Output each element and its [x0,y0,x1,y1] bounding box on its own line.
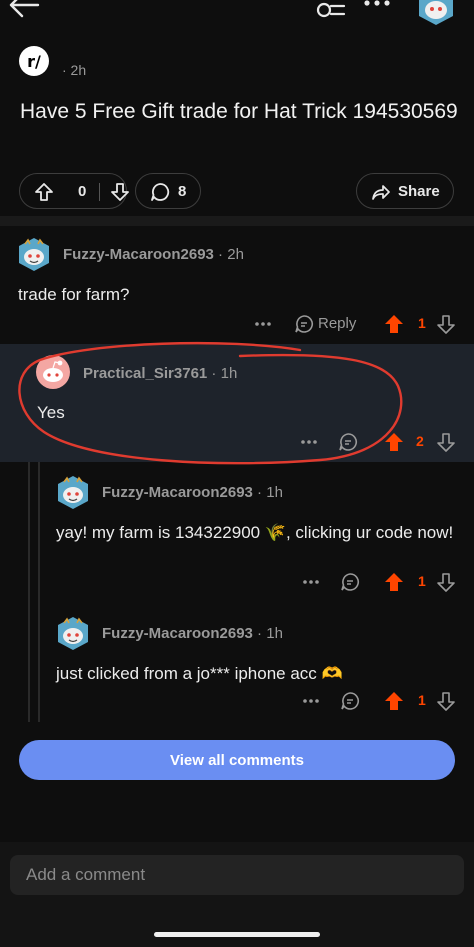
back-arrow-icon[interactable] [8,0,42,18]
comment-body: just clicked from a jo*** iphone acc 🫶 [56,664,343,683]
avatar[interactable] [16,236,52,272]
comment-body: yay! my farm is 134322900 🌾, clicking ur… [56,523,454,542]
reply-icon[interactable] [338,430,358,454]
comment-time: · 2h [213,246,244,263]
comment-vote-count: 2 [416,433,424,449]
add-comment-input[interactable] [10,855,464,895]
comment-actions: 1 [302,570,464,594]
author-name[interactable]: Practical_Sir3761 [83,365,207,382]
view-all-comments-button[interactable]: View all comments [19,740,455,780]
share-button[interactable]: Share [356,173,454,209]
reply-button[interactable]: Reply [318,315,356,332]
user-avatar-icon[interactable] [416,0,456,26]
post-age: · 2h [62,62,87,78]
comment-1: Fuzzy-Macaroon2693 · 2h trade for farm? … [0,228,474,344]
avatar[interactable] [55,615,91,651]
upvote-icon[interactable] [384,570,404,594]
comment-vote-count: 1 [418,692,426,708]
comment-body: Yes [37,403,65,422]
reply-icon[interactable] [340,570,360,594]
post-title: Have 5 Free Gift trade for Hat Trick 194… [20,100,458,123]
comment-body: trade for farm? [18,285,130,304]
more-icon[interactable] [302,570,320,594]
reply-icon[interactable] [340,689,360,713]
comment-author[interactable]: Fuzzy-Macaroon2693 · 2h [63,246,244,263]
upvote-icon[interactable] [384,430,404,454]
author-name[interactable]: Fuzzy-Macaroon2693 [102,625,253,642]
comment-actions: 1 [302,689,464,713]
downvote-icon[interactable] [436,430,456,454]
comment-count: 8 [178,183,187,200]
comment-3: Fuzzy-Macaroon2693 · 1h yay! my farm is … [0,468,474,600]
top-bar [0,0,474,25]
comment-time: · 1h [252,484,283,501]
upvote-icon[interactable] [384,689,404,713]
search-icon[interactable] [312,0,346,20]
comment-time: · 1h [207,365,238,382]
comment-actions: 2 [300,430,464,454]
downvote-icon[interactable] [436,689,456,713]
share-icon [372,185,390,200]
upvote-icon[interactable] [34,182,54,202]
downvote-icon[interactable] [110,182,130,202]
downvote-icon[interactable] [436,570,456,594]
comment-vote-count: 1 [418,315,426,331]
more-icon[interactable] [302,689,320,713]
more-icon[interactable] [300,430,318,454]
upvote-icon[interactable] [384,312,404,336]
avatar[interactable] [35,354,71,390]
more-icon[interactable] [254,312,272,336]
more-icon[interactable] [362,0,392,10]
avatar[interactable] [55,474,91,510]
comment-author[interactable]: Fuzzy-Macaroon2693 · 1h [102,484,283,501]
comments-button[interactable]: 8 [135,173,201,209]
reply-icon[interactable] [294,312,314,336]
comment-time: · 1h [252,625,283,642]
comment-4: Fuzzy-Macaroon2693 · 1h just clicked fro… [0,609,474,721]
share-label: Share [398,183,440,200]
author-name[interactable]: Fuzzy-Macaroon2693 [63,246,214,263]
comment-vote-count: 1 [418,573,426,589]
post-vote-bar: 0 [19,173,130,209]
subreddit-icon[interactable]: r/ [19,46,49,76]
comment-actions: Reply 1 [254,312,464,336]
vote-separator [99,183,100,201]
home-indicator [154,932,320,937]
comment-author[interactable]: Fuzzy-Macaroon2693 · 1h [102,625,283,642]
comment-2: Practical_Sir3761 · 1h Yes 2 [0,344,474,462]
downvote-icon[interactable] [436,312,456,336]
author-name[interactable]: Fuzzy-Macaroon2693 [102,484,253,501]
section-divider [0,216,474,226]
post-vote-count: 0 [78,183,87,200]
comment-icon [151,183,170,201]
comment-author[interactable]: Practical_Sir3761 · 1h [83,365,237,382]
